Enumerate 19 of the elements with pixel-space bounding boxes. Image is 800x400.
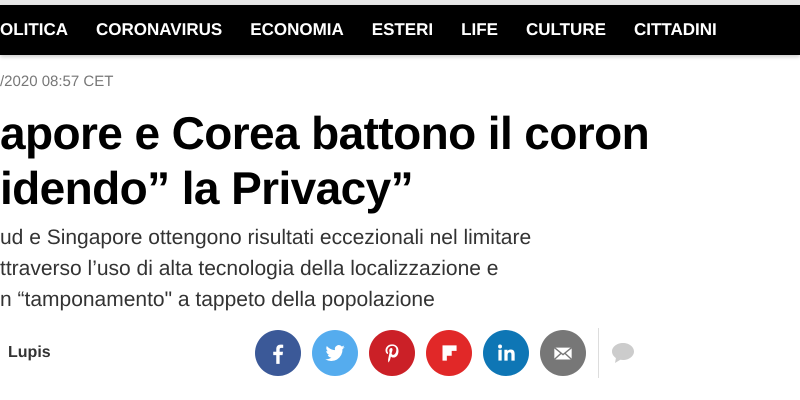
nav-link[interactable]: CULTURE bbox=[526, 20, 606, 40]
author-name: Lupis bbox=[7, 344, 52, 362]
subtitle-line: n “tamponamento" a tappeto della popolazione bbox=[0, 287, 436, 313]
subtitle-line: ud e Singapore ottengono risultati eccezionali nel limitare bbox=[0, 225, 532, 251]
share-button[interactable] bbox=[426, 330, 472, 376]
headline-line: apore e Corea battono il coron bbox=[0, 106, 650, 161]
nav-link[interactable]: ESTERI bbox=[372, 20, 434, 40]
subtitle-line: ttraverso l’uso di alta tecnologia della localizzazione e bbox=[0, 256, 500, 282]
nav-link[interactable]: CITTADINI bbox=[634, 20, 717, 40]
share-button[interactable] bbox=[540, 330, 586, 376]
nav-link[interactable]: CORONAVIRUS bbox=[96, 20, 222, 40]
share-button[interactable] bbox=[483, 330, 529, 376]
nav-link[interactable]: LIFE bbox=[461, 20, 498, 40]
nav-link[interactable]: ECONOMIA bbox=[250, 20, 344, 40]
headline-line: idendo” la Privacy” bbox=[0, 161, 414, 216]
nav-link[interactable]: OLITICA bbox=[0, 20, 68, 40]
publish-date: /2020 08:57 CET bbox=[0, 72, 114, 92]
share-button[interactable] bbox=[369, 330, 415, 376]
share-button[interactable] bbox=[255, 330, 301, 376]
